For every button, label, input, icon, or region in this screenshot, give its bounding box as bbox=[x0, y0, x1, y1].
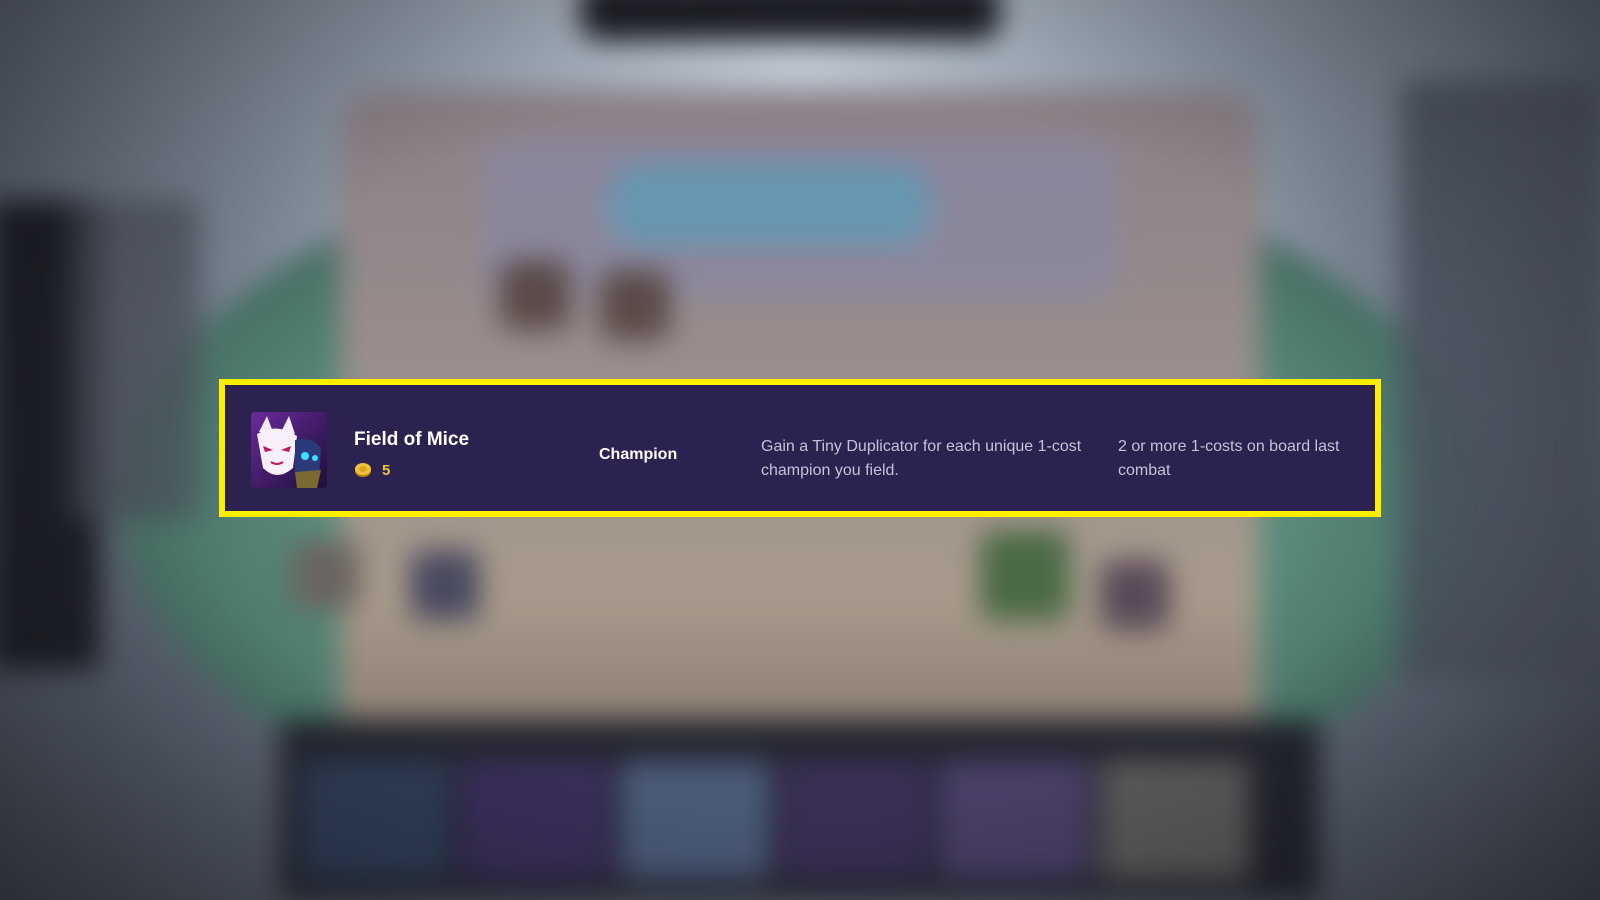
board-unit bbox=[1100, 560, 1170, 630]
shop-card bbox=[940, 760, 1090, 880]
board-unit bbox=[410, 550, 480, 620]
augment-row-content: Field of Mice 5 Champion Gain a Tiny Dup… bbox=[225, 385, 1375, 511]
augment-type: Champion bbox=[599, 446, 678, 463]
shop-card bbox=[460, 760, 610, 880]
board-unit bbox=[290, 540, 360, 610]
stage-top-bar bbox=[580, 0, 1000, 40]
shop-card bbox=[780, 760, 930, 880]
cost-value: 5 bbox=[382, 461, 391, 479]
gold-coin-icon bbox=[354, 461, 372, 479]
shop-card bbox=[620, 760, 770, 880]
trait-panel-labels bbox=[70, 200, 200, 520]
board-unit bbox=[500, 260, 570, 330]
highlighted-augment-row[interactable]: Field of Mice 5 Champion Gain a Tiny Dup… bbox=[219, 379, 1381, 517]
board-unit bbox=[600, 270, 670, 340]
augment-name: Field of Mice bbox=[354, 429, 470, 450]
augment-condition: 2 or more 1-costs on board last combat bbox=[1118, 438, 1340, 479]
player-list-panel bbox=[1400, 80, 1600, 680]
augment-description: Gain a Tiny Duplicator for each unique 1… bbox=[761, 438, 1082, 479]
champion-portrait-icon bbox=[251, 412, 327, 488]
shop-card bbox=[300, 760, 450, 880]
board-unit bbox=[980, 530, 1070, 620]
shop-card bbox=[1100, 760, 1250, 880]
augment-cost: 5 bbox=[354, 461, 390, 479]
round-score-display bbox=[610, 165, 930, 245]
